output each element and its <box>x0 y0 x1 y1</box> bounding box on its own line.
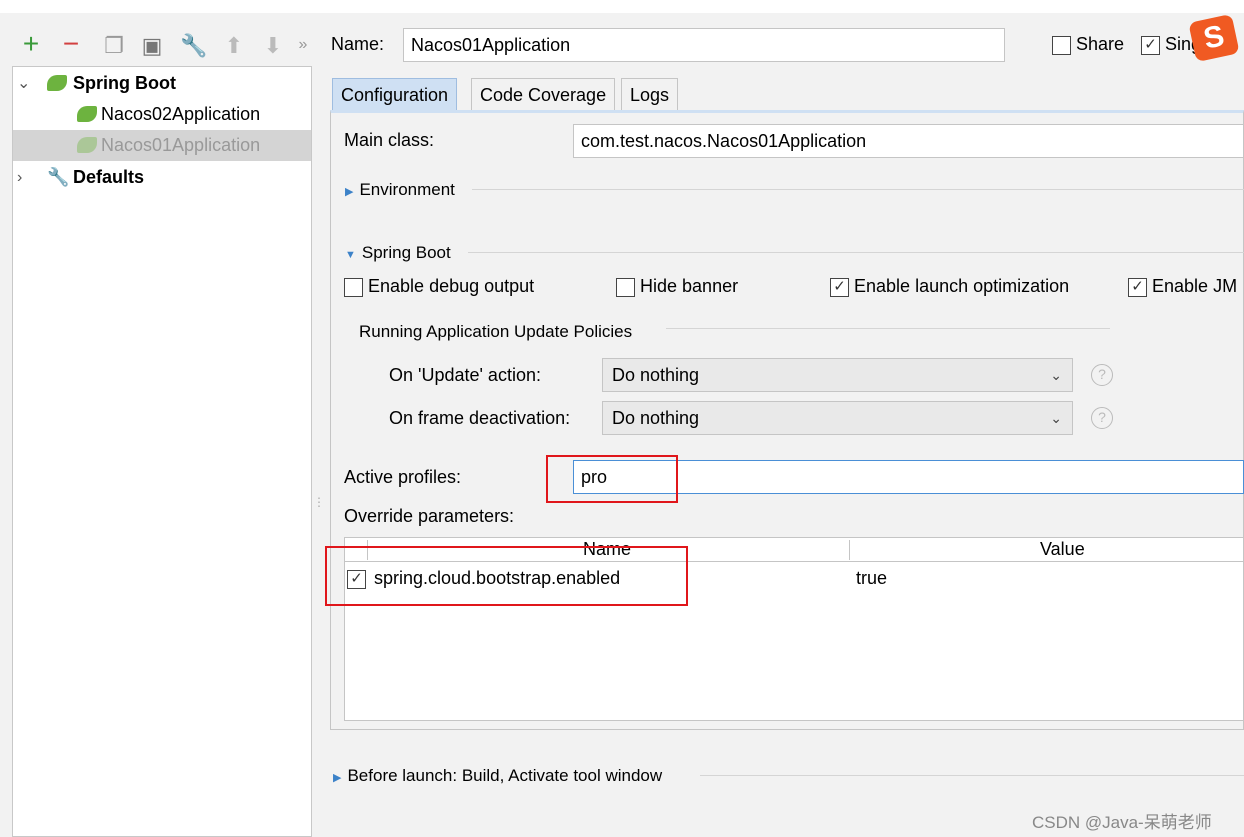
before-launch-section[interactable]: ▶ Before launch: Build, Activate tool win… <box>333 766 662 786</box>
move-down-icon[interactable]: ⬇ <box>260 33 286 59</box>
environment-section[interactable]: ▶ Environment <box>345 180 455 200</box>
add-icon[interactable]: + <box>18 28 44 60</box>
wrench-icon[interactable]: 🔧 <box>180 33 207 59</box>
divider <box>468 252 1244 253</box>
title-bar <box>0 0 1244 13</box>
highlight-box <box>325 546 688 606</box>
chevron-down-icon: ⌄ <box>1050 410 1062 426</box>
checkbox-icon[interactable] <box>616 277 635 297</box>
param-value[interactable]: true <box>856 568 887 589</box>
move-up-icon[interactable]: ⬆ <box>221 33 247 59</box>
spring-boot-icon <box>47 75 67 91</box>
config-tree[interactable]: ⌄ Spring Boot Nacos02Application Nacos01… <box>12 66 312 837</box>
name-input[interactable]: Nacos01Application <box>403 28 1005 62</box>
checkbox-checked-icon[interactable]: ✓ <box>830 277 849 297</box>
checkbox-checked-icon[interactable]: ✓ <box>1128 277 1147 297</box>
tab-configuration[interactable]: Configuration <box>332 78 458 111</box>
checkbox-icon[interactable] <box>1052 35 1071 55</box>
help-icon[interactable]: ? <box>1091 364 1113 386</box>
main-class-label: Main class: <box>344 130 435 150</box>
chevron-down-icon: ⌄ <box>1050 367 1062 383</box>
remove-icon[interactable]: − <box>58 28 84 60</box>
chevron-right-icon[interactable]: › <box>17 162 22 193</box>
update-action-label: On 'Update' action: <box>389 365 541 385</box>
chevron-down-icon[interactable]: ⌄ <box>17 68 30 99</box>
highlight-box <box>546 455 678 503</box>
checkbox-checked-icon[interactable]: ✓ <box>1141 35 1160 55</box>
copy-icon[interactable]: ❐ <box>101 33 127 59</box>
frame-deactivation-label: On frame deactivation: <box>389 408 571 428</box>
spring-boot-icon <box>77 106 97 122</box>
help-icon[interactable]: ? <box>1091 407 1113 429</box>
active-profiles-label: Active profiles: <box>344 467 462 487</box>
more-icon[interactable]: » <box>290 36 316 54</box>
update-action-select[interactable]: Do nothing ⌄ <box>602 358 1073 392</box>
expand-right-icon[interactable]: ▶ <box>345 186 353 198</box>
tree-label: Defaults <box>73 167 145 187</box>
tree-label: Nacos01Application <box>101 135 261 155</box>
checkbox-icon[interactable] <box>344 277 363 297</box>
share-checkbox[interactable]: Share <box>1052 34 1124 55</box>
watermark: CSDN @Java-呆萌老师 <box>1032 813 1212 832</box>
override-parameters-label: Override parameters: <box>344 506 515 526</box>
sogou-ime-logo: S <box>1188 13 1240 63</box>
enable-debug-checkbox[interactable]: Enable debug output <box>344 276 534 297</box>
tree-label: Nacos02Application <box>101 104 261 124</box>
tree-label: Spring Boot <box>73 73 176 93</box>
tab-code-coverage[interactable]: Code Coverage <box>471 78 616 111</box>
spring-boot-section[interactable]: ▼ Spring Boot <box>345 243 451 263</box>
wrench-icon: 🔧 <box>47 167 70 187</box>
divider <box>666 328 1110 329</box>
expand-right-icon[interactable]: ▶ <box>333 772 341 784</box>
tree-item-nacos01[interactable]: Nacos01Application <box>13 130 311 161</box>
main-class-input[interactable]: com.test.nacos.Nacos01Application <box>573 124 1244 158</box>
hide-banner-checkbox[interactable]: Hide banner <box>616 276 738 297</box>
splitter-handle[interactable]: ⋮ <box>313 495 325 509</box>
enable-jmx-checkbox[interactable]: ✓ Enable JM <box>1128 276 1237 297</box>
tab-logs[interactable]: Logs <box>621 78 679 111</box>
name-label: Name: <box>331 34 385 54</box>
tree-group-defaults[interactable]: › 🔧 Defaults <box>13 162 311 193</box>
save-icon[interactable]: ▣ <box>139 33 165 59</box>
divider <box>472 189 1244 190</box>
divider <box>700 775 1244 776</box>
expand-down-icon[interactable]: ▼ <box>345 249 356 261</box>
tree-item-nacos02[interactable]: Nacos02Application <box>13 99 311 130</box>
update-policies-title: Running Application Update Policies <box>359 322 633 341</box>
frame-deactivation-select[interactable]: Do nothing ⌄ <box>602 401 1073 435</box>
launch-optimization-checkbox[interactable]: ✓ Enable launch optimization <box>830 276 1069 297</box>
column-header-value[interactable]: Value <box>1040 539 1085 560</box>
tree-group-spring-boot[interactable]: ⌄ Spring Boot <box>13 68 311 99</box>
spring-boot-icon <box>77 137 97 153</box>
